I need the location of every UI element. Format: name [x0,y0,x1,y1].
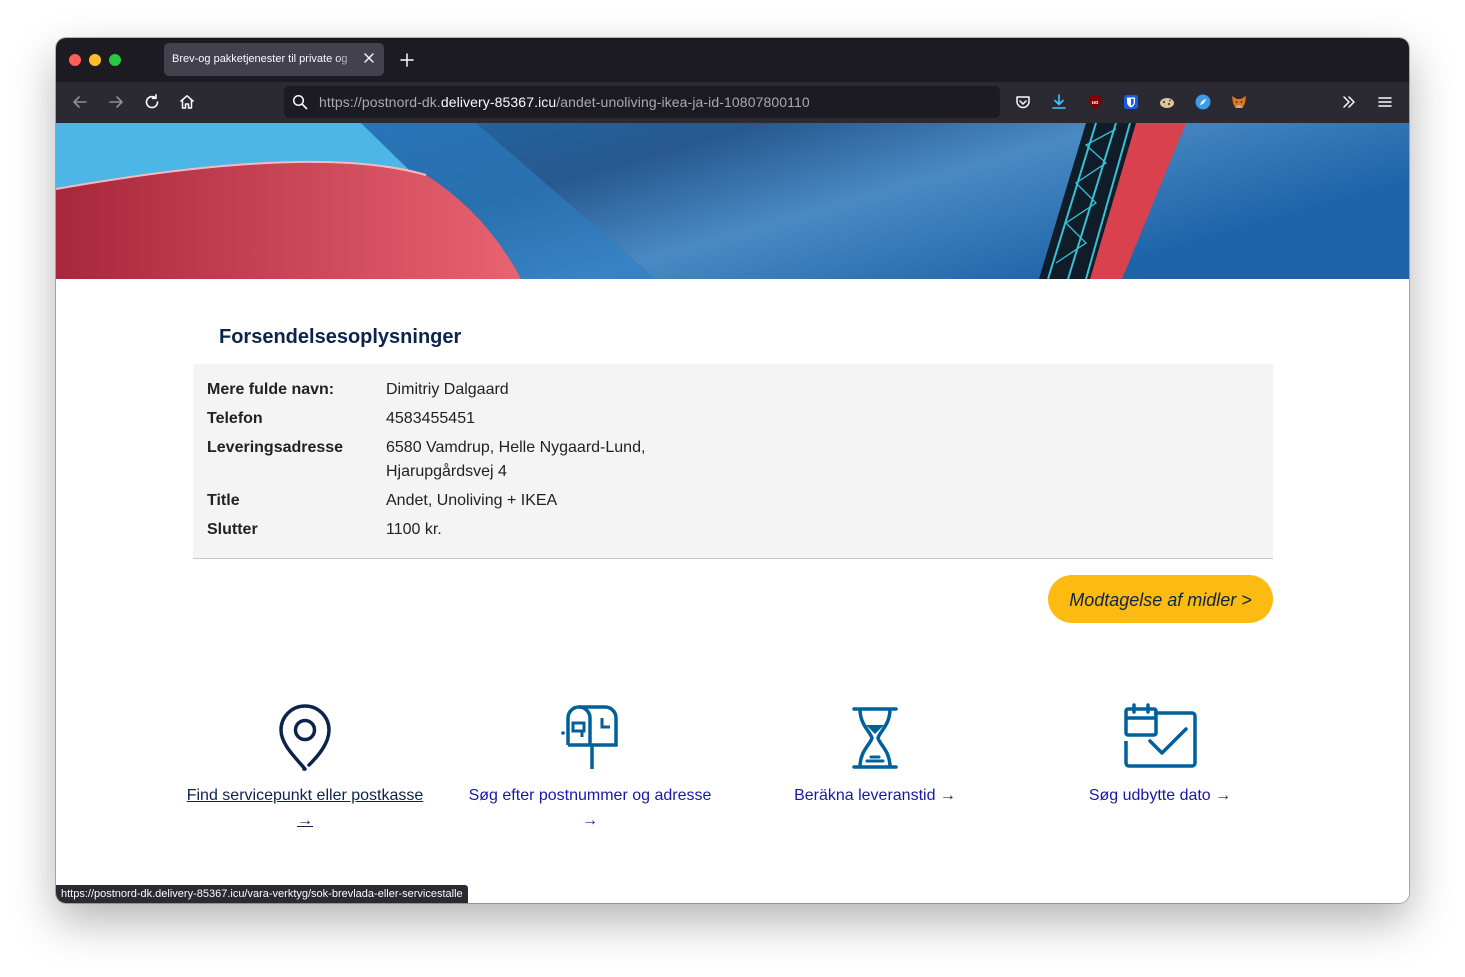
service-search-postcode: Søg efter postnummer og adresse → [450,703,730,833]
search-icon [292,94,308,110]
tab-title: Brev-og pakketjenester til private og [172,53,348,65]
address-value-line1: 6580 Vamdrup, Helle Nygaard-Lund, [386,439,646,456]
name-value: Dimitriy Dalgaard [386,381,509,398]
ublock-origin-icon[interactable]: uo [1086,93,1104,111]
url-prefix: https://postnord-dk. [319,94,441,110]
download-icon[interactable] [1050,93,1068,111]
active-tab[interactable]: Brev-og pakketjenester til private og [164,43,384,76]
url-path: /andet-unoliving-ikea-ja-id-10807800110 [556,94,810,110]
search-postcode-link[interactable]: Søg efter postnummer og adresse → [469,783,712,833]
title-label: Title [207,492,240,509]
find-servicepoint-arrow: → [297,812,313,829]
title-value: Andet, Unoliving + IKEA [386,492,558,509]
bitwarden-icon[interactable] [1122,93,1140,111]
search-postcode-label: Søg efter postnummer og adresse [468,787,712,804]
search-postcode-arrow: → [582,812,598,829]
reload-icon[interactable] [143,93,161,111]
metamask-icon[interactable] [1230,93,1248,111]
url-text: https://postnord-dk.delivery-85367.icu/a… [319,94,810,110]
back-icon[interactable] [71,93,89,111]
browser-window: Brev-og pakketjenester til private og ht… [56,38,1409,903]
close-window-button[interactable] [69,54,81,66]
service-payout-date: Søg udbytte dato → [1020,703,1300,808]
amount-value: 1100 kr. [386,521,442,538]
address-value-line2: Hjarupgårdsvej 4 [386,463,507,480]
pocket-icon[interactable] [1014,93,1032,111]
compass-extension-icon[interactable] [1194,93,1212,111]
amount-label: Slutter [207,521,258,538]
receive-funds-button[interactable]: Modtagelse af midler > [1048,575,1273,623]
maximize-window-button[interactable] [109,54,121,66]
hero-banner [56,123,1409,279]
navigation-bar: https://postnord-dk.delivery-85367.icu/a… [56,82,1409,124]
close-tab-icon[interactable] [362,51,376,65]
phone-value: 4583455451 [386,410,475,427]
status-bar-url: https://postnord-dk.delivery-85367.icu/v… [56,885,468,903]
cookie-extension-icon[interactable] [1158,93,1176,111]
page-content: Forsendelsesoplysninger Mere fulde navn:… [56,123,1409,903]
service-delivery-time: Beräkna leveranstid → [735,703,1015,808]
service-find-servicepoint: Find servicepunkt eller postkasse → [165,703,445,833]
page-title: Forsendelsesoplysninger [219,326,462,348]
calendar-check-icon [1124,703,1197,768]
url-host: delivery-85367.icu [440,94,557,110]
shipment-details-table: Mere fulde navn: Dimitriy Dalgaard Telef… [193,364,1273,559]
home-icon[interactable] [178,93,196,111]
overflow-chevrons-icon[interactable] [1340,93,1358,111]
find-servicepoint-link[interactable]: Find servicepunkt eller postkasse → [187,783,424,833]
phone-label: Telefon [207,410,263,427]
name-label: Mere fulde navn: [207,381,335,398]
hourglass-icon [852,707,898,769]
payout-date-link[interactable]: Søg udbytte dato → [1089,783,1231,808]
minimize-window-button[interactable] [89,54,101,66]
new-tab-icon[interactable] [399,52,415,68]
address-label: Leveringsadresse [207,439,344,456]
address-bar[interactable]: https://postnord-dk.delivery-85367.icu/a… [284,86,1000,118]
find-servicepoint-label: Find servicepunkt eller postkasse [186,787,424,804]
svg-text:uo: uo [1092,100,1099,106]
map-pin-icon [279,704,331,771]
forward-icon[interactable] [107,93,125,111]
tab-strip: Brev-og pakketjenester til private og [56,38,1409,82]
delivery-time-link[interactable]: Beräkna leveranstid → [794,783,956,808]
menu-icon[interactable] [1376,93,1394,111]
mailbox-icon [561,705,618,769]
